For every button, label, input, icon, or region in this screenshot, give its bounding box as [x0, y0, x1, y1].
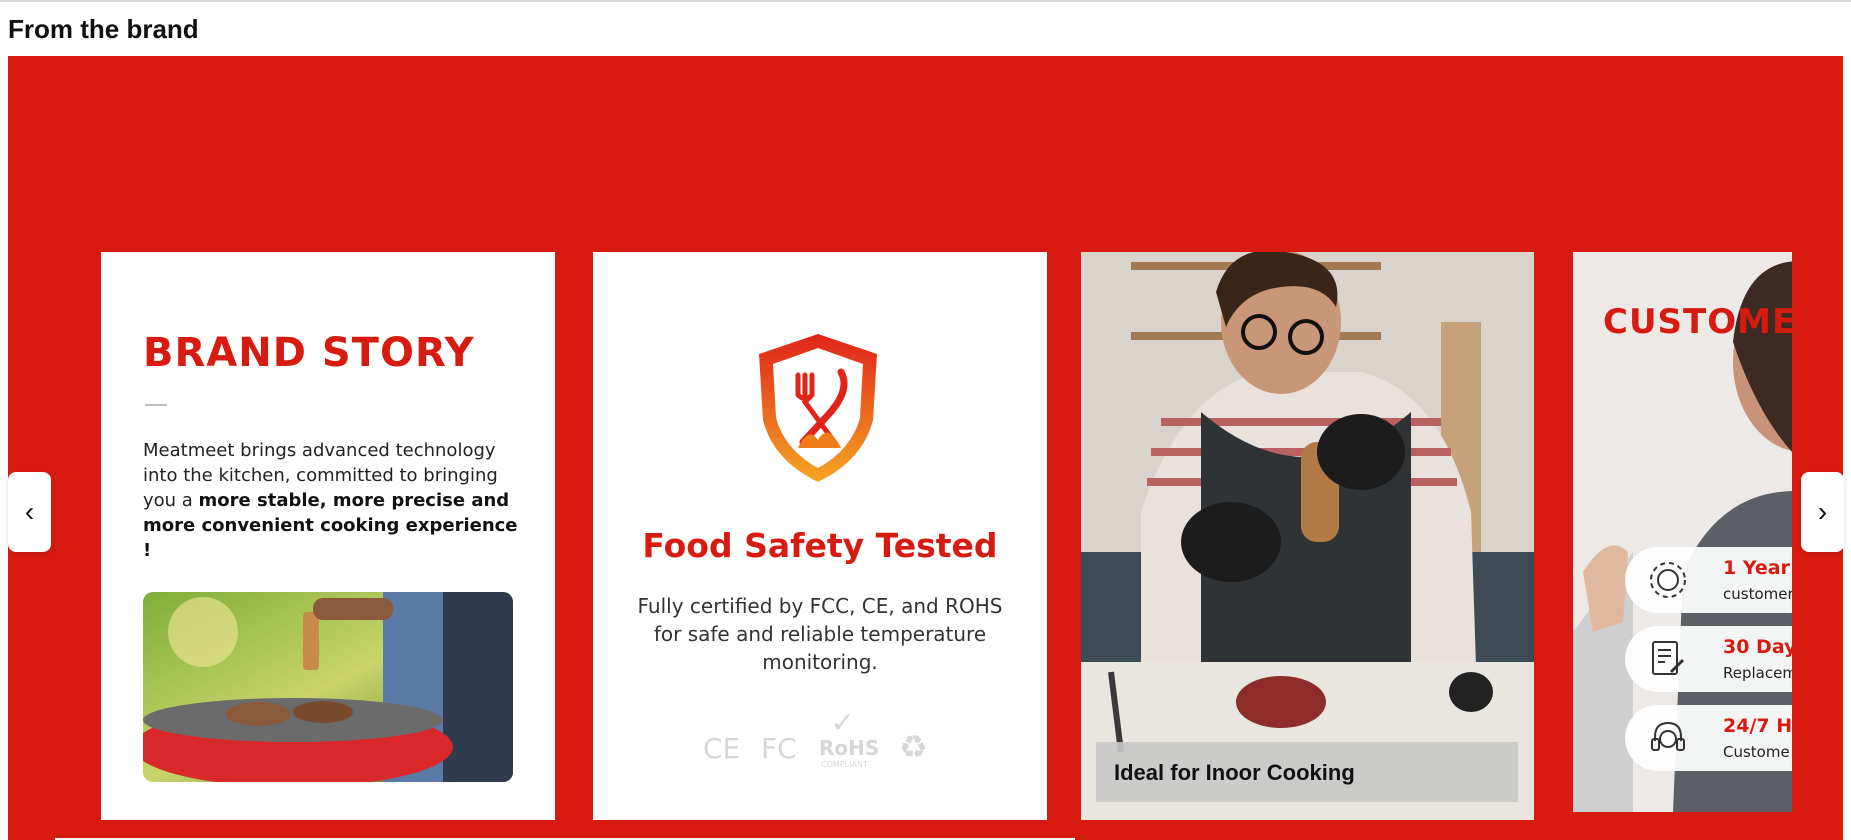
rohs-mark-icon: RoHS — [819, 736, 880, 760]
warranty-subtitle: customer — [1723, 585, 1792, 603]
carousel-next-button[interactable]: › — [1801, 472, 1844, 552]
carousel-prev-button[interactable]: ‹ — [8, 472, 51, 552]
chevron-left-icon: ‹ — [24, 496, 35, 527]
caption-text: Ideal for Inoor Cooking — [1114, 760, 1355, 785]
brand-carousel: BRAND STORY Meatmeet brings advanced tec… — [8, 56, 1843, 840]
food-safety-text: Fully certified by FCC, CE, and ROHS for… — [637, 594, 1003, 674]
food-safety-card[interactable]: Food Safety Tested Fully certified by FC… — [593, 252, 1047, 820]
warranty-pill: 1 Year C customer — [1625, 547, 1792, 613]
support-subtitle: Custome — [1723, 743, 1790, 761]
support-pill: 24/7 H Custome — [1625, 705, 1792, 771]
divider — [145, 404, 167, 406]
food-safety-title: Food Safety Tested — [642, 526, 998, 565]
shield-icon — [759, 334, 877, 482]
rohs-check-icon: ✓ — [831, 706, 855, 739]
caption-box: Ideal for Inoor Cooking — [1096, 742, 1518, 802]
warranty-title: 1 Year C — [1723, 557, 1792, 579]
rohs-compliant-label: COMPLIANT — [821, 760, 868, 769]
brand-story-card[interactable]: BRAND STORY Meatmeet brings advanced tec… — [101, 252, 555, 820]
customer-service-card[interactable]: CUSTOMER 1 Year C customer 30 Day Replac… — [1573, 252, 1792, 812]
top-divider — [0, 0, 1851, 2]
brand-story-title: BRAND STORY — [143, 330, 475, 376]
certification-logos: CE FC ✓ RoHS COMPLIANT ♻ — [703, 706, 943, 772]
chevron-right-icon: › — [1817, 496, 1828, 527]
brand-story-text-bold: more stable, more precise and more conve… — [143, 490, 518, 561]
replacement-subtitle: Replacem — [1723, 664, 1792, 682]
grill-photo — [143, 592, 513, 782]
document-wrench-icon — [1652, 641, 1685, 675]
chef-photo — [1081, 252, 1534, 820]
headset-icon — [1651, 721, 1685, 751]
recycle-icon: ♻ — [899, 728, 928, 766]
replacement-title: 30 Day — [1723, 636, 1792, 658]
support-title: 24/7 H — [1723, 715, 1792, 737]
indoor-cooking-card[interactable]: Ideal for Inoor Cooking — [1081, 252, 1534, 820]
gear-icon — [1650, 562, 1686, 598]
section-title: From the brand — [8, 14, 199, 44]
customer-title: CUSTOMER — [1603, 302, 1792, 342]
brand-story-text: Meatmeet brings advanced technology into… — [143, 438, 523, 563]
ce-mark-icon: CE — [703, 732, 741, 765]
replacement-pill: 30 Day Replacem — [1625, 626, 1792, 692]
fc-mark-icon: FC — [761, 732, 797, 765]
